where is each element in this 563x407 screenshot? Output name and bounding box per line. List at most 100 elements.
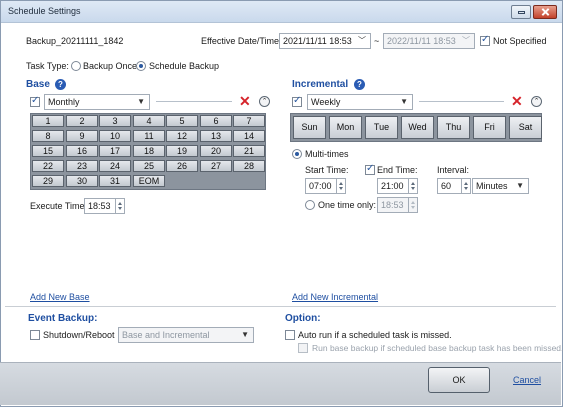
event-backup-mode-select[interactable]: Base and Incremental ▼ [118, 327, 254, 343]
day-cell[interactable]: 25 [133, 160, 165, 172]
end-time-checkbox[interactable] [365, 163, 375, 175]
run-base-checkbox[interactable] [298, 343, 308, 353]
one-time-input[interactable]: 18:53 [377, 197, 418, 213]
day-cell[interactable]: 6 [200, 115, 232, 127]
day-cell[interactable]: 29 [32, 175, 64, 187]
spinner-icon[interactable] [408, 179, 417, 193]
collapse-icon[interactable]: ⌃ [531, 96, 542, 107]
help-icon[interactable]: ? [354, 79, 365, 90]
task-type-label: Task Type: [26, 61, 69, 71]
spinner-icon[interactable] [408, 198, 417, 212]
execute-time-input[interactable]: 18:53 [84, 198, 125, 214]
effective-label: Effective Date/Time: [201, 36, 282, 46]
minimize-icon [518, 11, 525, 14]
start-time-input[interactable]: 07:00 [305, 178, 346, 194]
minimize-button[interactable] [511, 5, 531, 19]
schedule-backup-radio[interactable] [136, 61, 146, 71]
weekday-sat[interactable]: Sat [509, 116, 542, 139]
cancel-link[interactable]: Cancel [513, 375, 541, 385]
add-new-incremental-link[interactable]: Add New Incremental [292, 292, 378, 302]
day-cell[interactable]: 7 [233, 115, 265, 127]
base-frequency-select[interactable]: Monthly ▼ [44, 94, 150, 110]
multi-times-label: Multi-times [305, 149, 349, 159]
day-cell[interactable]: 19 [166, 145, 198, 157]
end-time-label: End Time: [377, 165, 418, 175]
day-cell[interactable]: 9 [66, 130, 98, 142]
day-cell[interactable]: 8 [32, 130, 64, 142]
day-cell[interactable]: 18 [133, 145, 165, 157]
incremental-frequency-select[interactable]: Weekly ▼ [307, 94, 413, 110]
event-backup-mode-value: Base and Incremental [122, 330, 210, 340]
day-cell[interactable]: 23 [66, 160, 98, 172]
divider [419, 101, 504, 102]
end-time-input[interactable]: 21:00 [377, 178, 418, 194]
day-cell[interactable]: 20 [200, 145, 232, 157]
day-cell[interactable]: 28 [233, 160, 265, 172]
add-new-base-link[interactable]: Add New Base [30, 292, 90, 302]
weekday-sun[interactable]: Sun [293, 116, 326, 139]
day-cell[interactable]: 12 [166, 130, 198, 142]
backup-once-radio[interactable] [71, 61, 81, 71]
day-cell[interactable]: 11 [133, 130, 165, 142]
collapse-icon[interactable]: ⌃ [259, 96, 270, 107]
day-cell[interactable]: 15 [32, 145, 64, 157]
base-frequency-value: Monthly [48, 97, 80, 107]
day-cell[interactable]: 1 [32, 115, 64, 127]
dropdown-arrow-icon: ▼ [137, 97, 145, 106]
day-cell[interactable]: 24 [99, 160, 131, 172]
effective-start-select[interactable]: 2021/11/11 18:53 ﹀ [279, 33, 371, 49]
start-time-value: 07:00 [309, 181, 332, 191]
schedule-name: Backup_20211111_1842 [26, 36, 124, 46]
day-cell[interactable]: 10 [99, 130, 131, 142]
weekday-mon[interactable]: Mon [329, 116, 362, 139]
incremental-frequency-value: Weekly [311, 97, 341, 107]
day-cell[interactable]: 5 [166, 115, 198, 127]
day-cell[interactable]: 13 [200, 130, 232, 142]
day-cell[interactable]: 16 [66, 145, 98, 157]
day-cell[interactable]: 26 [166, 160, 198, 172]
effective-start-value: 2021/11/11 18:53 [283, 36, 352, 46]
base-enable-checkbox[interactable] [30, 95, 40, 107]
one-time-value: 18:53 [381, 200, 404, 210]
effective-end-value: 2022/11/11 18:53 [387, 36, 456, 46]
spinner-icon[interactable] [336, 179, 345, 193]
delete-incremental-icon[interactable]: ✕ [511, 94, 523, 108]
execute-time-label: Execute Time: [30, 201, 88, 211]
interval-value: 60 [441, 181, 452, 191]
day-cell[interactable]: EOM [133, 175, 165, 187]
event-backup-title: Event Backup: [28, 313, 98, 324]
effective-end-select[interactable]: 2022/11/11 18:53 ﹀ [383, 33, 475, 49]
help-icon[interactable]: ? [55, 79, 66, 90]
day-cell[interactable]: 27 [200, 160, 232, 172]
weekday-thu[interactable]: Thu [437, 116, 470, 139]
day-cell[interactable]: 2 [66, 115, 98, 127]
day-cell[interactable]: 21 [233, 145, 265, 157]
auto-run-checkbox[interactable] [285, 330, 295, 340]
ok-button[interactable]: OK [428, 367, 490, 393]
not-specified-checkbox[interactable] [480, 34, 490, 46]
interval-unit-select[interactable]: Minutes ▼ [472, 178, 529, 194]
one-time-only-radio[interactable] [305, 200, 315, 210]
backup-once-label: Backup Once [83, 61, 138, 71]
day-cell[interactable]: 14 [233, 130, 265, 142]
multi-times-radio[interactable] [292, 149, 302, 159]
spinner-icon[interactable] [461, 179, 470, 193]
day-cell[interactable]: 31 [99, 175, 131, 187]
day-cell[interactable]: 4 [133, 115, 165, 127]
weekday-tue[interactable]: Tue [365, 116, 398, 139]
delete-base-icon[interactable]: ✕ [239, 94, 251, 108]
day-cell[interactable]: 3 [99, 115, 131, 127]
separator [5, 306, 556, 307]
interval-input[interactable]: 60 [437, 178, 471, 194]
date-separator: ~ [374, 36, 380, 46]
weekday-wed[interactable]: Wed [401, 116, 434, 139]
day-cell[interactable]: 22 [32, 160, 64, 172]
day-cell[interactable]: 30 [66, 175, 98, 187]
shutdown-reboot-checkbox[interactable] [30, 330, 40, 340]
close-button[interactable] [533, 5, 557, 19]
auto-run-label: Auto run if a scheduled task is missed. [298, 330, 452, 340]
day-cell[interactable]: 17 [99, 145, 131, 157]
spinner-icon[interactable] [115, 199, 124, 213]
weekday-fri[interactable]: Fri [473, 116, 506, 139]
incremental-enable-checkbox[interactable] [292, 95, 302, 107]
